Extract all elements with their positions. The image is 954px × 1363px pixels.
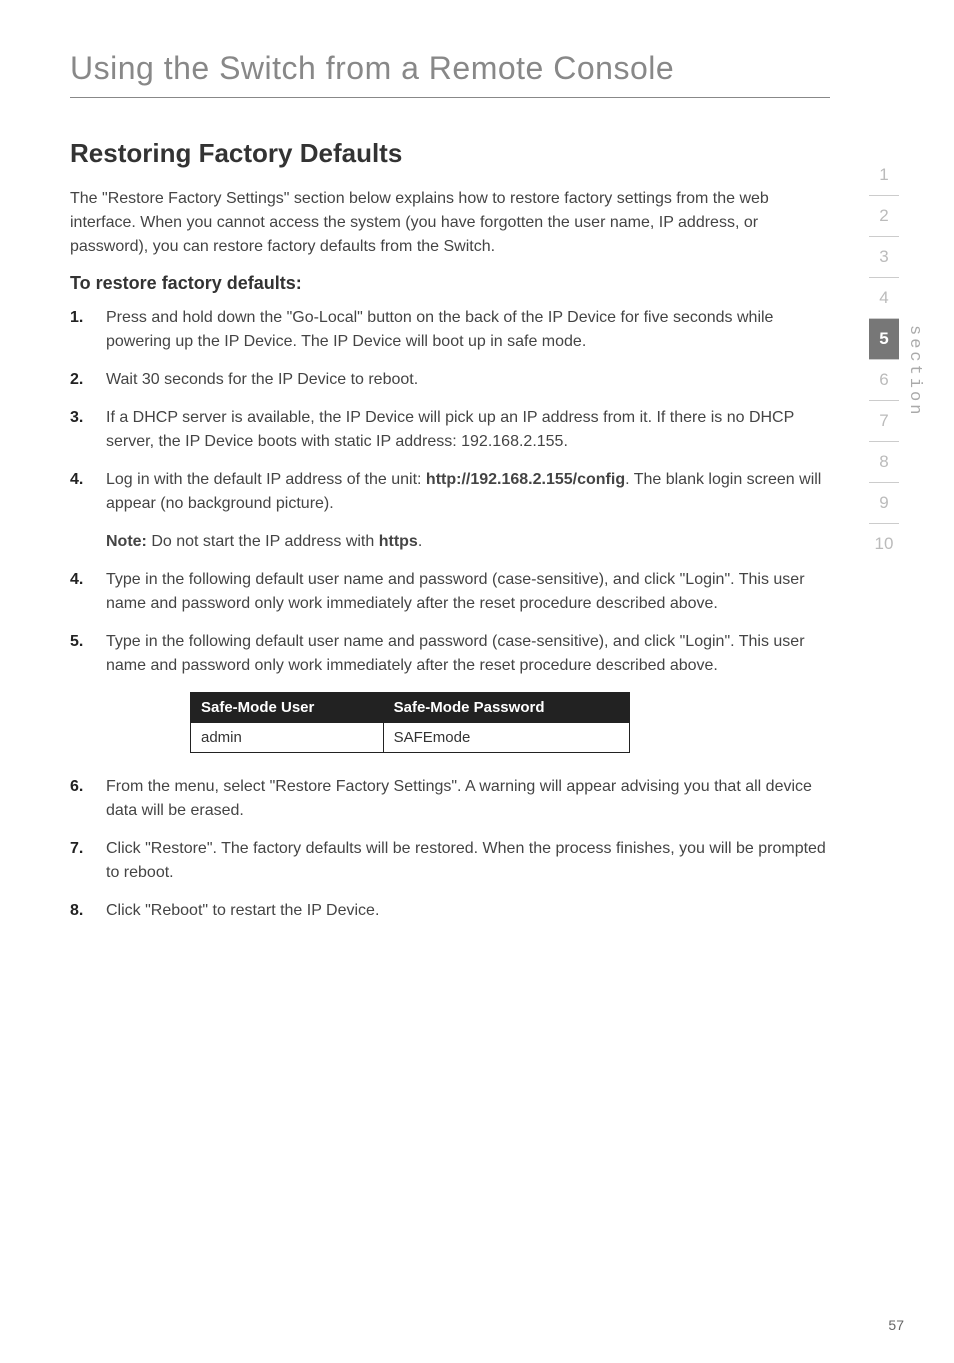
tab-8[interactable]: 8: [869, 442, 899, 483]
tab-7[interactable]: 7: [869, 401, 899, 442]
step-number: 8.: [70, 899, 106, 923]
step-number: 5.: [70, 630, 106, 678]
section-tabs: 1 2 3 4 5 6 7 8 9 10 section: [869, 155, 924, 564]
step-list-a: 1. Press and hold down the "Go-Local" bu…: [70, 306, 830, 516]
step-text: Wait 30 seconds for the IP Device to reb…: [106, 368, 830, 392]
step-number: 4.: [70, 468, 106, 516]
step-number: 7.: [70, 837, 106, 885]
table-header-password: Safe-Mode Password: [383, 693, 629, 723]
tab-3[interactable]: 3: [869, 237, 899, 278]
intro-paragraph: The "Restore Factory Settings" section b…: [70, 187, 830, 259]
subheading: To restore factory defaults:: [70, 273, 830, 294]
tab-10[interactable]: 10: [869, 524, 899, 564]
step4-url: http://192.168.2.155/config: [426, 471, 625, 488]
step-text: Press and hold down the "Go-Local" butto…: [106, 306, 830, 354]
step-item: 3. If a DHCP server is available, the IP…: [70, 406, 830, 454]
step-number: 4.: [70, 568, 106, 616]
step-text: If a DHCP server is available, the IP De…: [106, 406, 830, 454]
table-cell-password: SAFEmode: [383, 723, 629, 753]
step4-prefix: Log in with the default IP address of th…: [106, 471, 426, 488]
step-item: 4. Log in with the default IP address of…: [70, 468, 830, 516]
tab-4[interactable]: 4: [869, 278, 899, 319]
table-header-user: Safe-Mode User: [191, 693, 384, 723]
page-number: 57: [888, 1317, 904, 1333]
step-item: 7. Click "Restore". The factory defaults…: [70, 837, 830, 885]
section-heading: Restoring Factory Defaults: [70, 138, 830, 169]
title-underline: [70, 97, 830, 98]
tabs-column: 1 2 3 4 5 6 7 8 9 10: [869, 155, 899, 564]
note-https: https: [379, 533, 418, 550]
tab-1[interactable]: 1: [869, 155, 899, 196]
step-item: 8. Click "Reboot" to restart the IP Devi…: [70, 899, 830, 923]
note-end: .: [418, 533, 422, 550]
step-item: 2. Wait 30 seconds for the IP Device to …: [70, 368, 830, 392]
tab-9[interactable]: 9: [869, 483, 899, 524]
step-number: 3.: [70, 406, 106, 454]
step-item: 6. From the menu, select "Restore Factor…: [70, 775, 830, 823]
step-number: 1.: [70, 306, 106, 354]
step-item: 1. Press and hold down the "Go-Local" bu…: [70, 306, 830, 354]
step-text: From the menu, select "Restore Factory S…: [106, 775, 830, 823]
safe-mode-table: Safe-Mode User Safe-Mode Password admin …: [190, 692, 630, 753]
step-text: Type in the following default user name …: [106, 630, 830, 678]
tab-5[interactable]: 5: [869, 319, 899, 360]
step-list-b: 4. Type in the following default user na…: [70, 568, 830, 678]
step-item: 5. Type in the following default user na…: [70, 630, 830, 678]
step-text: Click "Reboot" to restart the IP Device.: [106, 899, 830, 923]
table-cell-user: admin: [191, 723, 384, 753]
section-side-label: section: [905, 155, 924, 417]
step-text: Click "Restore". The factory defaults wi…: [106, 837, 830, 885]
note-line: Note: Do not start the IP address with h…: [70, 530, 830, 554]
step-number: 2.: [70, 368, 106, 392]
note-mid: Do not start the IP address with: [147, 533, 379, 550]
table-header-row: Safe-Mode User Safe-Mode Password: [191, 693, 630, 723]
step-item: 4. Type in the following default user na…: [70, 568, 830, 616]
tab-2[interactable]: 2: [869, 196, 899, 237]
page-title: Using the Switch from a Remote Console: [70, 50, 830, 87]
tab-6[interactable]: 6: [869, 360, 899, 401]
step-list-c: 6. From the menu, select "Restore Factor…: [70, 775, 830, 923]
step-number: 6.: [70, 775, 106, 823]
note-label: Note:: [106, 533, 147, 550]
step-text: Type in the following default user name …: [106, 568, 830, 616]
table-row: admin SAFEmode: [191, 723, 630, 753]
step-text: Log in with the default IP address of th…: [106, 468, 830, 516]
